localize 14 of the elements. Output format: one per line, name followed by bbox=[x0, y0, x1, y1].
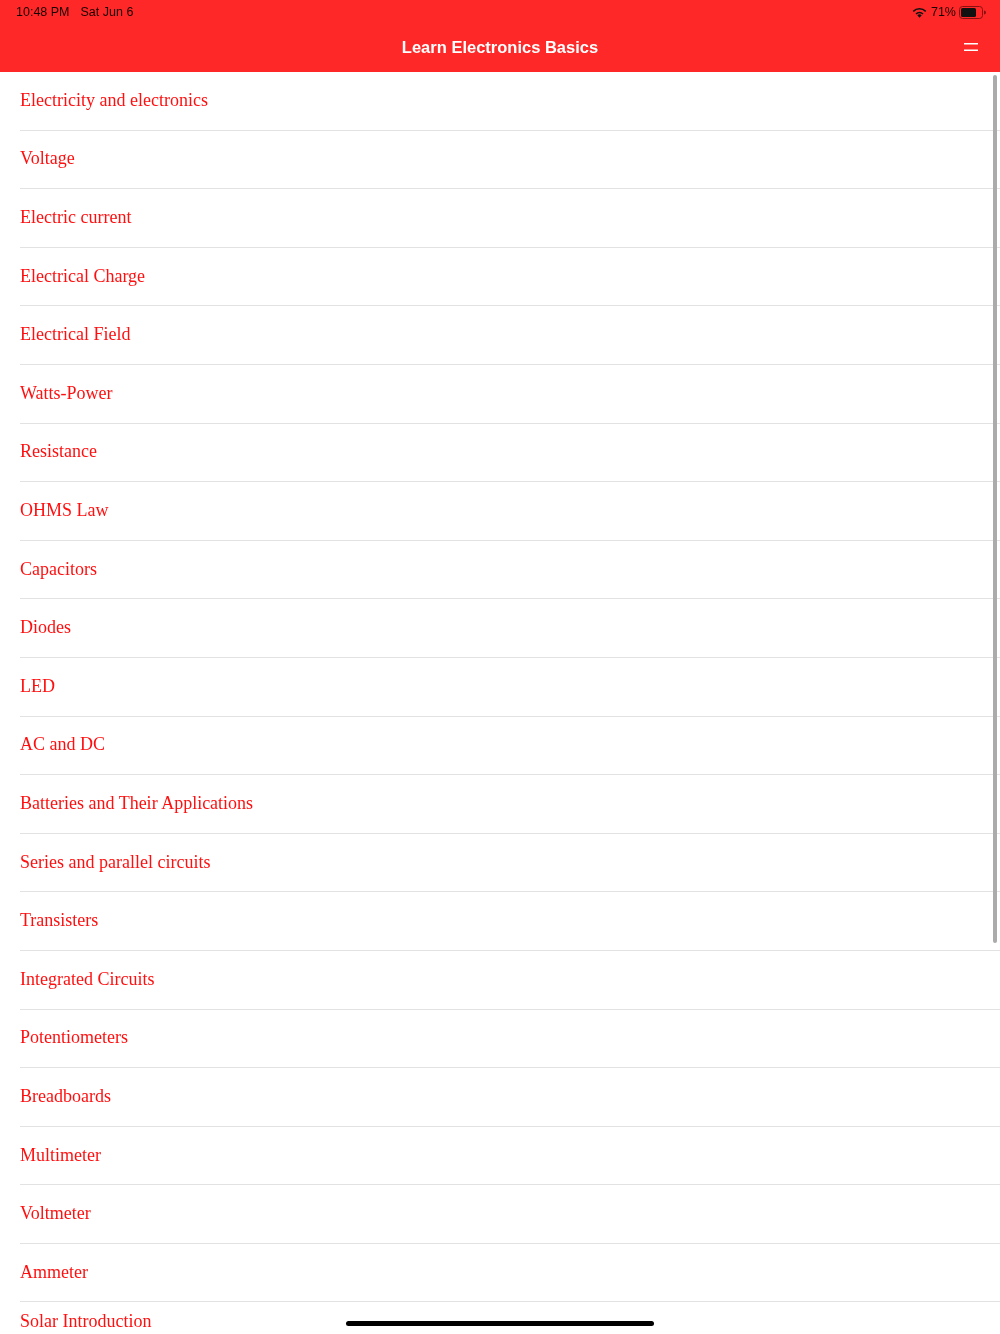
wifi-icon bbox=[911, 6, 927, 18]
topic-item[interactable]: Potentiometers bbox=[20, 1009, 1000, 1069]
battery-icon bbox=[959, 5, 986, 19]
battery-percent: 71% bbox=[930, 5, 956, 19]
topic-item[interactable]: Ammeter bbox=[20, 1243, 1000, 1303]
menu-icon[interactable] bbox=[964, 43, 978, 51]
status-time: 10:48 PM bbox=[16, 5, 70, 19]
topic-item[interactable]: Breadboards bbox=[20, 1068, 1000, 1127]
topic-item[interactable]: Voltmeter bbox=[20, 1185, 1000, 1244]
topic-item[interactable]: Multimeter bbox=[20, 1126, 1000, 1186]
nav-title: Learn Electronics Basics bbox=[401, 38, 599, 57]
status-date: Sat Jun 6 bbox=[80, 5, 134, 19]
topic-item[interactable]: Solar Introduction bbox=[20, 1302, 1000, 1334]
topic-item[interactable]: Integrated Circuits bbox=[20, 950, 1000, 1010]
